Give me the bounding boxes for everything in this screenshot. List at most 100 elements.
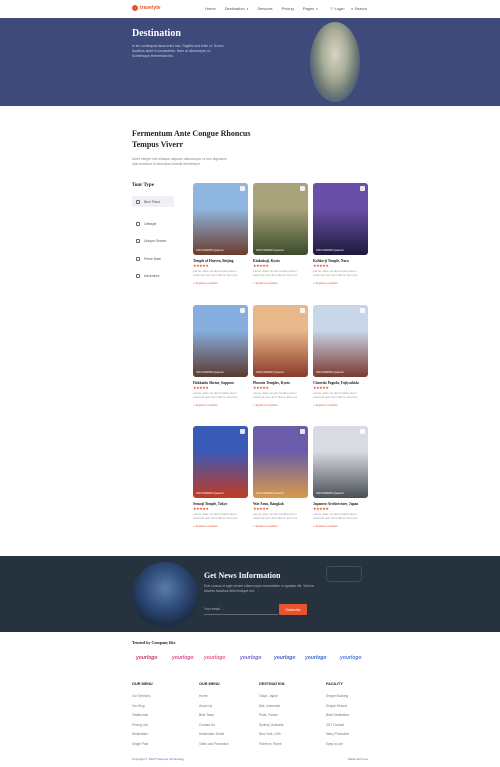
subscribe-button[interactable]: Subscribe: [279, 604, 307, 615]
bookmark-icon[interactable]: [300, 308, 305, 313]
bookmark-icon[interactable]: [360, 186, 365, 191]
bookmark-icon[interactable]: [360, 308, 365, 313]
footer-link[interactable]: Sydney, Australia: [259, 723, 283, 727]
destination-card[interactable]: UNO BARRI Quezon Temple of Heaven, Beiji…: [193, 183, 248, 285]
bookmark-icon[interactable]: [240, 186, 245, 191]
footer-link[interactable]: Best Team: [199, 713, 214, 717]
footer-column-title: OUR MENU: [132, 682, 153, 686]
newsletter-image: [132, 562, 198, 628]
tour-type-title: Tour Type: [132, 183, 154, 188]
email-field[interactable]: Your email ...: [204, 604, 278, 615]
bookmark-icon[interactable]: [360, 429, 365, 434]
bookmark-icon[interactable]: [240, 308, 245, 313]
destination-card[interactable]: UNO BARRI Quezon Phoenix Temples, Kyoto …: [253, 305, 308, 407]
destination-description: Lacus, diam sit elit condimentum euismod…: [253, 391, 298, 400]
destination-card[interactable]: UNO BARRI Quezon Sensoji Temple, Tokyo ★…: [193, 426, 248, 528]
footer-link[interactable]: Single Post: [132, 742, 148, 746]
hero-banner: [0, 18, 500, 106]
footer-link[interactable]: Destination: [132, 732, 148, 736]
footer-link[interactable]: Tokyo, Japan: [259, 694, 278, 698]
footer-column-title: FACILITY: [326, 682, 343, 686]
destination-card[interactable]: UNO BARRI Quezon Chureito Pagoda, Fujiyo…: [313, 305, 368, 407]
destination-description: Lacus, diam sit elit condimentum euismod…: [313, 391, 358, 400]
footer-link[interactable]: 24/7 Contact: [326, 723, 344, 727]
decorative-stamp: [326, 566, 362, 582]
explore-location-link[interactable]: + Explore Location: [313, 281, 368, 285]
partner-logo: yourlogo: [204, 655, 226, 661]
footer-link[interactable]: Paris, France: [259, 713, 278, 717]
bookmark-icon[interactable]: [300, 186, 305, 191]
partner-logo: yourlogo: [172, 655, 194, 661]
tour-type-best-place[interactable]: Best Place: [132, 196, 174, 207]
footer-column-title: DESTINATION: [259, 682, 285, 686]
footer-link[interactable]: Destination Detail: [199, 732, 224, 736]
explore-location-link[interactable]: + Explore Location: [193, 524, 248, 528]
image-tag: UNO BARRI Quezon: [196, 491, 225, 495]
destination-description: Lacus, diam sit elit condimentum euismod…: [313, 512, 358, 521]
footer-link[interactable]: Bali, Indonesia: [259, 704, 280, 708]
footer-link[interactable]: Contact Us: [199, 723, 215, 727]
menu-item-destination[interactable]: Destination ▾: [225, 6, 249, 11]
image-tag: UNO BARRI Quezon: [316, 248, 345, 252]
footer-link[interactable]: Florence, Rome: [259, 742, 282, 746]
destination-image: UNO BARRI Quezon: [313, 305, 368, 377]
explore-location-link[interactable]: + Explore Location: [253, 524, 308, 528]
destination-card[interactable]: UNO BARRI Quezon Kohku-ji Temple, Nara ★…: [313, 183, 368, 285]
explore-location-link[interactable]: + Explore Location: [313, 403, 368, 407]
search-icon: [136, 238, 140, 243]
tour-type-adventure[interactable]: Adventure: [132, 270, 174, 281]
destination-image: UNO BARRI Quezon: [253, 183, 308, 255]
destination-card[interactable]: UNO BARRI Quezon Hokkaido Shrine, Sappor…: [193, 305, 248, 407]
destination-image: UNO BARRI Quezon: [193, 183, 248, 255]
footer-link[interactable]: Many Promotion: [326, 732, 349, 736]
explore-location-link[interactable]: + Explore Location: [193, 281, 248, 285]
image-tag: UNO BARRI Quezon: [316, 370, 345, 374]
partner-logo: yourlogo: [136, 655, 158, 661]
explore-location-link[interactable]: + Explore Location: [253, 403, 308, 407]
partner-logo: yourlogo: [240, 655, 262, 661]
tour-type-lifestyle[interactable]: Lifestyle: [132, 218, 174, 229]
destination-image: UNO BARRI Quezon: [313, 426, 368, 498]
destination-image: UNO BARRI Quezon: [313, 183, 368, 255]
footer-link[interactable]: Easy to use: [326, 742, 343, 746]
destination-image: UNO BARRI Quezon: [253, 305, 308, 377]
destination-card[interactable]: UNO BARRI Quezon Kinkakuji, Kyoto ★★★★★ …: [253, 183, 308, 285]
footer-link[interactable]: Pricing List: [132, 723, 148, 727]
menu-item-pricing[interactable]: Pricing: [282, 6, 294, 11]
hero-image: [310, 22, 360, 102]
bookmark-icon[interactable]: [300, 429, 305, 434]
footer-link[interactable]: Simple Booking: [326, 694, 348, 698]
partner-logo: yourlogo: [305, 655, 327, 661]
menu-item-home[interactable]: Home: [205, 6, 216, 11]
destination-card[interactable]: UNO BARRI Quezon Japanese Architecture, …: [313, 426, 368, 528]
footer-link[interactable]: New York, USA: [259, 732, 281, 736]
image-tag: UNO BARRI Quezon: [256, 248, 285, 252]
calendar-icon: [136, 256, 140, 261]
footer-link[interactable]: Our Blog: [132, 704, 145, 708]
menu-item-pages[interactable]: Pages ▾: [303, 6, 318, 11]
logo-text: travelyte: [140, 5, 161, 11]
explore-location-link[interactable]: + Explore Location: [313, 524, 368, 528]
footer-link[interactable]: Home: [199, 694, 208, 698]
footer-link[interactable]: About Us: [199, 704, 212, 708]
destination-description: Lacus, diam sit elit condimentum euismod…: [193, 269, 238, 278]
footer-link[interactable]: Simple Refund: [326, 704, 347, 708]
footer-link[interactable]: Best Destination: [326, 713, 349, 717]
footer-link[interactable]: Video and Promotion: [199, 742, 229, 746]
destination-description: Lacus, diam sit elit condimentum euismod…: [253, 512, 298, 521]
tour-type-unique-search[interactable]: Unique Search: [132, 235, 174, 246]
footer-link[interactable]: Our Services: [132, 694, 150, 698]
image-tag: UNO BARRI Quezon: [196, 248, 225, 252]
copyright-text: Copyright © 2023 Travelyte Technology: [132, 757, 185, 761]
partner-logo: yourlogo: [274, 655, 296, 661]
explore-location-link[interactable]: + Explore Location: [193, 403, 248, 407]
menu-item-services[interactable]: Services: [257, 6, 272, 11]
bookmark-icon[interactable]: [240, 429, 245, 434]
login-link[interactable]: ⚇ Login: [330, 6, 345, 11]
brand-logo[interactable]: travelyte: [132, 5, 161, 11]
destination-card[interactable]: UNO BARRI Quezon Wat Arun, Bangkok ★★★★★…: [253, 426, 308, 528]
explore-location-link[interactable]: + Explore Location: [253, 281, 308, 285]
tour-type-prime-date[interactable]: Prime Date: [132, 253, 174, 264]
search-link[interactable]: ⌕ Search: [351, 6, 367, 11]
footer-link[interactable]: Testimonial: [132, 713, 148, 717]
